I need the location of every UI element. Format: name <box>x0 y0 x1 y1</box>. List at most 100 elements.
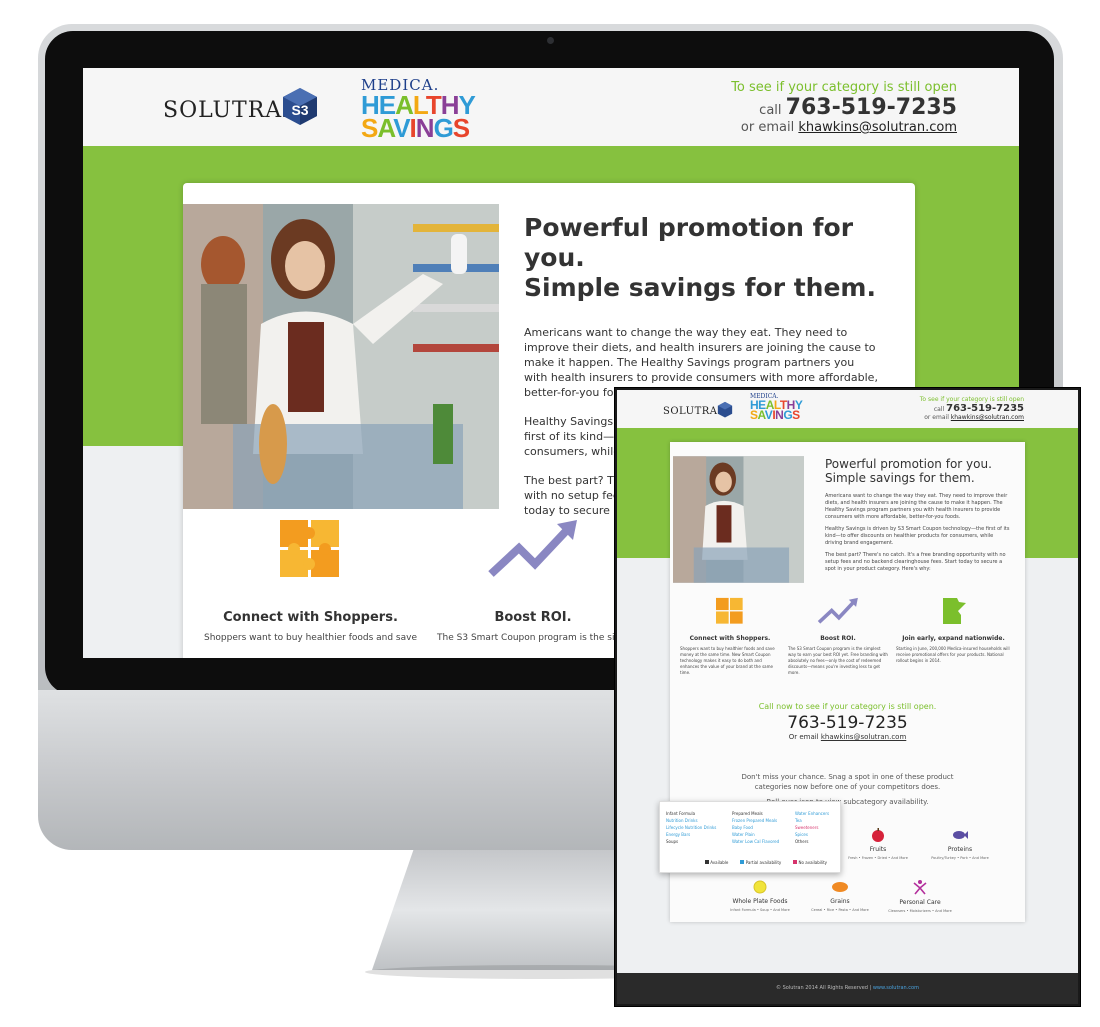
mini-category-whole-plate[interactable]: Whole Plate Foods Infant Formula • Soup … <box>725 879 795 912</box>
header-email-line: or email khawkins@solutran.com <box>731 120 957 135</box>
legend-partial: Partial availability <box>740 859 781 866</box>
mini-hero-paragraph-2: Healthy Savings is driven by S3 Smart Co… <box>825 526 1010 546</box>
header-contact: To see if your category is still open ca… <box>731 80 957 135</box>
hero-title-line2: Simple savings for them. <box>524 273 876 302</box>
popup-item: Frozen Prepared Meals <box>732 818 778 823</box>
mini-cta-email-link[interactable]: khawkins@solutran.com <box>821 733 906 741</box>
mini-trend-up-icon <box>817 597 858 624</box>
mini-category-whole-plate-name: Whole Plate Foods <box>732 898 788 905</box>
popup-item: Water Plain <box>732 832 755 837</box>
popup-item: Water Enhancers <box>795 811 830 816</box>
popup-item: Energy Bars <box>666 832 691 837</box>
mini-hero-title-line1: Powerful promotion for you. <box>825 457 992 471</box>
feature-connect-title: Connect with Shoppers. <box>223 610 398 625</box>
feature-roi: Boost ROI. The S3 Smart Coupon program i… <box>433 518 633 643</box>
subcategory-popup: Infant Formula Nutrition Drinks Lifecycl… <box>659 801 841 873</box>
wordmark-letter: G <box>783 408 793 422</box>
svg-text:S3: S3 <box>291 102 308 118</box>
popup-item: Tea <box>795 818 802 823</box>
mini-hero-text: Powerful promotion for you. Simple saving… <box>825 457 1010 573</box>
hero-title-line1: Powerful promotion for you. <box>524 213 854 272</box>
person-icon <box>913 880 927 895</box>
popup-item: Nutrition Drinks <box>666 818 698 823</box>
wordmark-letter: S <box>361 113 378 143</box>
minnesota-map-icon <box>942 598 966 624</box>
mini-cta-phone[interactable]: 763-519-7235 <box>670 713 1025 733</box>
mini-category-fruits[interactable]: Fruits Fresh • Frozen • Dried • And More <box>848 827 908 860</box>
header-tagline: To see if your category is still open <box>731 80 957 95</box>
mini-hero-paragraph-3: The best part? There's no catch. It's a … <box>825 552 1006 572</box>
mini-puzzle-icon <box>716 597 743 624</box>
mini-cta: Call now to see if your category is stil… <box>670 702 1025 741</box>
header-call: call 763-519-7235 <box>731 95 957 120</box>
footer-link[interactable]: www.solutran.com <box>873 985 919 991</box>
footer-copyright: © Solutran 2014 All Rights Reserved | <box>776 985 872 991</box>
mini-feature-roi-title: Boost ROI. <box>820 635 856 642</box>
hero-paragraph-3-text-b: with no setup fee <box>524 489 620 502</box>
legend-available-label: Available <box>710 860 729 865</box>
legend-none: No availability <box>793 859 827 866</box>
hero-paragraph-3-text-c: today to secure a <box>524 504 621 517</box>
wordmark-letter: A <box>377 113 394 143</box>
mini-email-line: or email khawkins@solutran.com <box>920 414 1024 421</box>
feature-roi-text: The S3 Smart Coupon program is the simp <box>437 633 629 643</box>
wordmark-letter: V <box>393 113 410 143</box>
mini-s3-cube-icon <box>717 401 733 418</box>
mini-intro-line1: Don't miss your chance. Snag a spot in o… <box>741 773 954 781</box>
s3-cube-icon: S3 <box>283 88 317 125</box>
mini-header-contact: To see if your category is still open ca… <box>920 396 1024 421</box>
mini-category-grains[interactable]: Grains Cereal • Rice • Pasta • And More <box>805 879 875 912</box>
mini-shopper-photo <box>673 456 804 583</box>
mini-header-email-link[interactable]: khawkins@solutran.com <box>951 414 1024 421</box>
mobile-screen: SOLUTRAN MEDICA. HEALTHY SAVINGS To see … <box>617 390 1078 1004</box>
mini-hero-title: Powerful promotion for you. Simple saving… <box>825 457 1010 485</box>
popup-item: Water Low Cal Flavored <box>732 839 780 844</box>
mini-category-fruits-name: Fruits <box>869 846 887 853</box>
email-prefix: or email <box>740 120 795 135</box>
call-prefix: call <box>759 103 782 118</box>
legend-partial-label: Partial availability <box>745 860 782 865</box>
mini-feature-connect-text: Shoppers want to buy healthier foods and… <box>680 646 775 675</box>
mini-hero-paragraph-1: Americans want to change the way they ea… <box>825 493 1008 520</box>
feature-roi-title: Boost ROI. <box>494 610 572 625</box>
mobile-preview-frame: SOLUTRAN MEDICA. HEALTHY SAVINGS To see … <box>614 387 1081 1007</box>
hero-paragraph-3-text: The best part? Th <box>524 474 621 487</box>
mini-cta-email-prefix: Or email <box>788 733 819 741</box>
puzzle-icon <box>279 520 339 577</box>
mini-category-personal-care-sub: Cleansers • Moisturizers • And More <box>888 909 952 913</box>
header-email-link[interactable]: khawkins@solutran.com <box>798 120 957 135</box>
hero-paragraph-2-text-b: consumers, while <box>524 445 621 458</box>
mini-category-proteins[interactable]: Proteins Poultry/Turkey • Pork • And Mor… <box>925 827 995 860</box>
shopper-photo <box>183 204 499 509</box>
trend-up-icon <box>488 520 577 577</box>
header-phone[interactable]: 763-519-7235 <box>786 95 957 120</box>
popup-item: Sweeteners <box>795 825 819 830</box>
fish-icon <box>953 831 968 839</box>
wordmark-letter: S <box>792 408 800 422</box>
mini-tagline: To see if your category is still open <box>919 396 1024 403</box>
medica-healthy-savings-logo[interactable]: MEDICA. HEALTHY SAVINGS <box>361 76 476 143</box>
wordmark-letter: G <box>433 113 454 143</box>
mini-category-proteins-sub: Poultry/Turkey • Pork • And More <box>931 856 989 860</box>
mini-medica-logo[interactable]: MEDICA. HEALTHY SAVINGS <box>750 393 810 422</box>
bread-icon <box>832 882 848 892</box>
wordmark-letter: S <box>750 408 758 422</box>
mini-feature-connect-title: Connect with Shoppers. <box>689 635 771 642</box>
mini-header-phone[interactable]: 763-519-7235 <box>946 403 1024 414</box>
mini-category-whole-plate-sub: Infant Formula • Soup • And More <box>730 908 790 912</box>
popup-item: Prepared Meals <box>732 811 763 816</box>
site-header: SOLUTRAN S3 MEDICA. HEALTHY SAVINGS To s… <box>83 68 1019 146</box>
mini-feature-connect: Connect with Shoppers. Shoppers want to … <box>680 597 780 676</box>
popup-item: Soups <box>666 839 679 844</box>
mini-feature-join-title: Join early, expand nationwide. <box>902 635 1005 642</box>
mini-call-line: call 763-519-7235 <box>920 403 1024 414</box>
mini-feature-roi-text: The S3 Smart Coupon program is the simpl… <box>788 646 888 675</box>
mini-category-grains-name: Grains <box>830 898 850 905</box>
feature-connect-text: Shoppers want to buy healthier foods and… <box>204 633 417 643</box>
mini-category-personal-care[interactable]: Personal Care Cleansers • Moisturizers •… <box>880 879 960 913</box>
popup-item: Others <box>795 839 809 844</box>
popup-item: Infant Formula <box>666 811 696 816</box>
wordmark-letter: S <box>452 113 470 143</box>
hero-title: Powerful promotion for you. Simple saving… <box>524 213 879 303</box>
mini-feature-join: Join early, expand nationwide. Starting … <box>896 597 1011 664</box>
